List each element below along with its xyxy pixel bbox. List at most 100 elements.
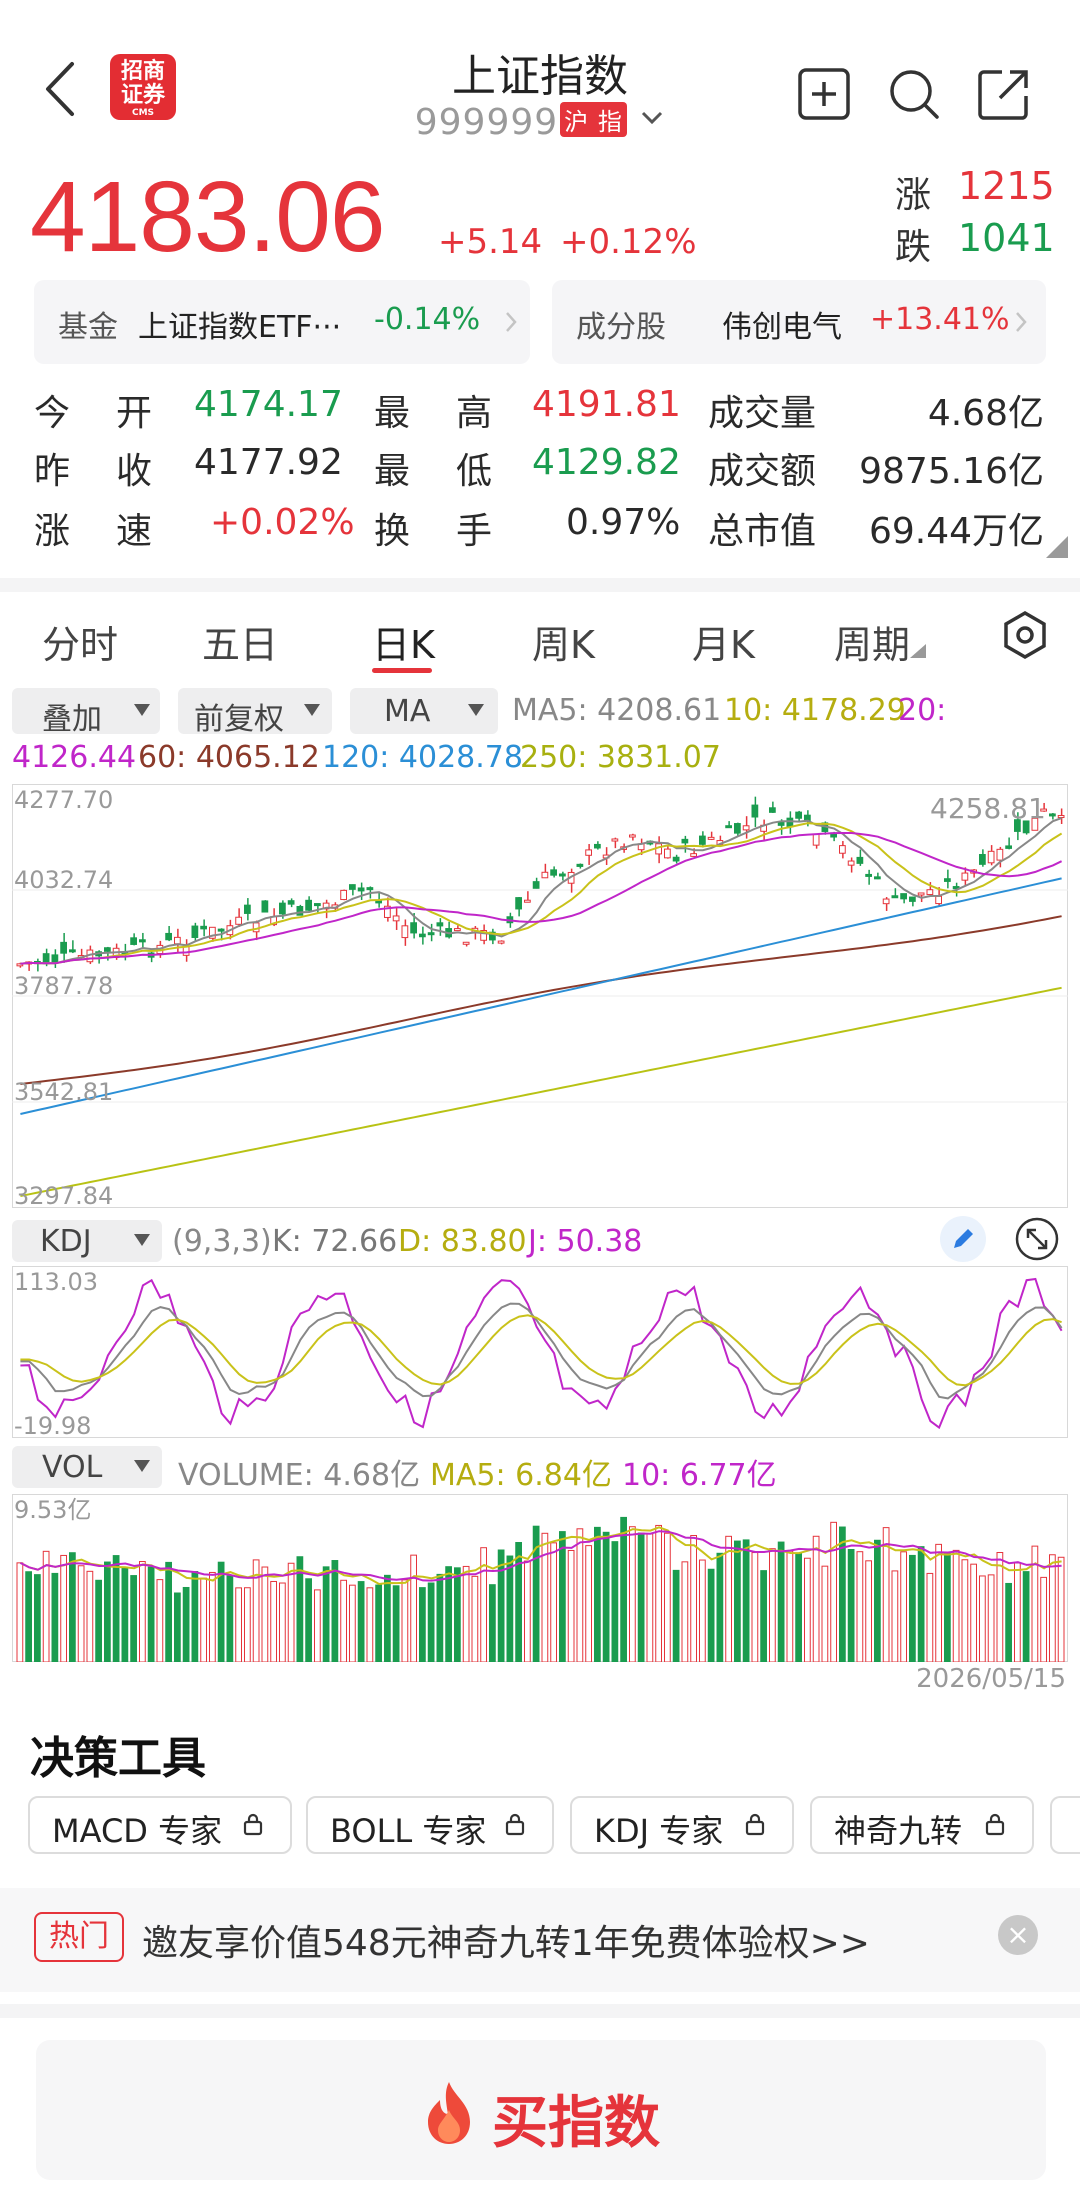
candle-body (839, 845, 846, 854)
rise-speed: +0.02% (210, 502, 355, 543)
stat-label: 速 (116, 511, 153, 552)
tool-more-partial[interactable] (1050, 1796, 1080, 1854)
expand-corner-icon[interactable] (1046, 536, 1068, 558)
lock-icon (985, 1813, 1005, 1836)
volume-bar (60, 1554, 67, 1662)
volume-bar (550, 1542, 557, 1662)
volume-bar (34, 1574, 41, 1662)
volume-bar (314, 1589, 321, 1662)
chart-settings-button[interactable] (1000, 608, 1050, 662)
fund-label: 基金 (58, 310, 118, 345)
candlestick-chart[interactable]: 4277.70 4032.74 3787.78 3542.81 3297.84 … (12, 784, 1068, 1208)
settings-hexagon-icon (1004, 610, 1046, 660)
volume-bar (130, 1575, 137, 1662)
candle-body (174, 936, 181, 945)
volume-bar (1040, 1576, 1047, 1662)
volume-bar (1057, 1556, 1065, 1662)
volume-bar (830, 1521, 837, 1662)
search-button[interactable] (886, 66, 942, 122)
volume-bar (270, 1580, 277, 1662)
tab-weekly-k[interactable]: 周K (532, 614, 595, 669)
kdj-chart[interactable]: 113.03 -19.98 (12, 1266, 1068, 1438)
market-badge: 沪 指 (560, 102, 627, 137)
component-stock-card[interactable]: 成分股 伟创电气 +13.41% (552, 280, 1046, 364)
candle-body (769, 807, 776, 813)
stat-label: 今 (34, 393, 71, 434)
volume-bar (1022, 1571, 1030, 1662)
candle-body (165, 932, 172, 941)
expand-icon (1015, 1217, 1059, 1261)
tool-kdj-expert[interactable]: KDJ 专家 (570, 1796, 794, 1854)
edit-indicator-button[interactable] (940, 1216, 986, 1262)
lock-icon (243, 1813, 263, 1836)
candle-body (410, 922, 417, 934)
candle-body (874, 876, 881, 880)
candle-body (699, 835, 706, 845)
indicator-label: MA (384, 694, 431, 729)
tool-macd-expert[interactable]: MACD 专家 (28, 1796, 292, 1854)
candle-body (200, 925, 207, 930)
kdj-y-max: 113.03 (14, 1268, 98, 1296)
candle-body (961, 872, 969, 881)
overlay-dropdown[interactable]: 叠加 (12, 688, 160, 737)
candle-body (926, 889, 934, 896)
active-tab-indicator (372, 668, 432, 673)
adjust-dropdown[interactable]: 前复权 (178, 688, 332, 737)
volume-bar (751, 1552, 759, 1662)
volume-bar (506, 1555, 514, 1662)
volume-bar (261, 1566, 269, 1662)
volume-bar (952, 1549, 960, 1662)
volume-bar (244, 1587, 251, 1662)
tool-magic-nine[interactable]: 神奇九转 (810, 1796, 1034, 1854)
volume-bar (287, 1562, 295, 1662)
fullscreen-button[interactable] (1014, 1216, 1060, 1262)
candle-body (244, 904, 251, 914)
candle-body (664, 848, 671, 859)
add-watchlist-button[interactable] (796, 66, 852, 122)
tool-boll-expert[interactable]: BOLL 专家 (306, 1796, 554, 1854)
volume-bar (620, 1516, 627, 1662)
candle-body (795, 811, 802, 819)
volume-bar (716, 1552, 724, 1662)
volume-bar (795, 1552, 802, 1662)
candle-body (191, 925, 199, 938)
volume-chart[interactable]: 9.53亿 (12, 1494, 1068, 1662)
fund-name: 上证指数ETF··· (138, 310, 342, 345)
candle-body (917, 892, 925, 896)
volume-bar (200, 1577, 207, 1662)
volume-bar (95, 1579, 102, 1662)
tab-monthly-k[interactable]: 月K (692, 614, 755, 669)
stat-label: 总市值 (708, 511, 817, 552)
tab-daily-k[interactable]: 日K (372, 614, 435, 669)
share-button[interactable] (976, 66, 1032, 122)
tab-intraday[interactable]: 分时 (42, 614, 118, 669)
chevron-right-icon (1016, 312, 1027, 332)
close-icon[interactable]: × (998, 1915, 1038, 1955)
related-fund-card[interactable]: 基金 上证指数ETF··· -0.14% (34, 280, 530, 364)
tool-label: BOLL 专家 (330, 1812, 487, 1850)
volume-bar (611, 1541, 619, 1662)
candle-body (559, 873, 566, 877)
indicator-dropdown[interactable]: MA (350, 688, 498, 734)
tool-label: KDJ 专家 (594, 1812, 724, 1850)
candle-body (349, 884, 356, 890)
volume-bar (821, 1565, 829, 1662)
promo-text[interactable]: 邀友享价值548元神奇九转1年免费体验权>> (142, 1914, 870, 1966)
vol-dropdown[interactable]: VOL (12, 1446, 162, 1488)
stat-label: 手 (456, 511, 493, 552)
kdj-dropdown[interactable]: KDJ (12, 1220, 162, 1262)
buy-index-label: 买指数 (492, 2091, 660, 2156)
candle-body (681, 838, 689, 844)
volume-bar (77, 1565, 85, 1662)
tab-five-day[interactable]: 五日 (202, 614, 278, 669)
candle-body (734, 823, 741, 834)
volume-bar (856, 1551, 864, 1662)
candle-body (690, 853, 697, 857)
tab-period[interactable]: 周期 (834, 614, 927, 669)
high-marker: 4258.81 (930, 792, 1046, 825)
volume-bar (401, 1579, 409, 1662)
ma120-legend: 120: 4028.78 (322, 740, 523, 775)
chevron-right-icon (506, 312, 517, 332)
candle-body (454, 928, 461, 932)
stat-label: 换 (374, 511, 411, 552)
